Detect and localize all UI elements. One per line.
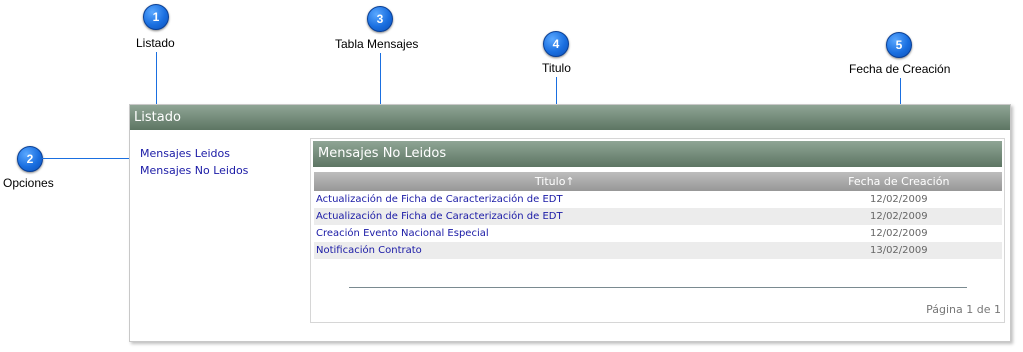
callout-label-tabla-mensajes: Tabla Mensajes (335, 37, 419, 51)
listado-panel: Listado Mensajes Leidos Mensajes No Leid… (129, 104, 1011, 342)
callout-label-opciones: Opciones (3, 176, 54, 190)
callout-line-2 (42, 158, 139, 159)
messages-table-panel: Mensajes No Leidos Titulo↑ Fecha de Crea… (310, 138, 1005, 323)
callout-label-titulo: Titulo (542, 61, 571, 75)
message-title-link[interactable]: Actualización de Ficha de Caracterizació… (314, 191, 796, 208)
message-date: 12/02/2009 (795, 208, 1002, 225)
sidebar-item-mensajes-no-leidos[interactable]: Mensajes No Leidos (140, 162, 248, 179)
callout-label-listado: Listado (136, 36, 175, 50)
messages-table-title: Mensajes No Leidos (313, 141, 1002, 167)
options-sidebar: Mensajes Leidos Mensajes No Leidos (140, 145, 248, 179)
callout-badge-3: 3 (367, 6, 393, 32)
callout-badge-2: 2 (17, 146, 43, 172)
callout-badge-4: 4 (543, 31, 569, 57)
message-date: 12/02/2009 (869, 194, 928, 205)
callout-badge-1: 1 (143, 4, 169, 30)
table-row[interactable]: Actualización de Ficha de Caracterizació… (314, 208, 1002, 225)
message-title-link[interactable]: Actualización de Ficha de Caracterizació… (314, 208, 796, 225)
messages-table: Titulo↑ Fecha de Creación Actualización … (314, 172, 1002, 259)
callout-badge-5: 5 (886, 32, 912, 58)
table-row[interactable]: Notificación Contrato 13/02/2009 (314, 242, 1002, 259)
message-date: 13/02/2009 (795, 242, 1002, 259)
column-header-date[interactable]: Fecha de Creación (795, 172, 1002, 191)
message-date: 12/02/2009 (869, 228, 928, 239)
message-title-link[interactable]: Notificación Contrato (314, 242, 796, 259)
pagination-label: Página 1 de 1 (926, 303, 1001, 316)
panel-title: Listado (130, 105, 1010, 130)
table-row[interactable]: Creación Evento Nacional Especial 12/02/… (314, 225, 1002, 242)
table-row[interactable]: Actualización de Ficha de Caracterizació… (314, 191, 1002, 208)
column-header-title[interactable]: Titulo↑ (314, 172, 796, 191)
callout-label-fecha-creacion: Fecha de Creación (849, 62, 951, 76)
table-divider (349, 287, 967, 288)
sidebar-item-mensajes-leidos[interactable]: Mensajes Leidos (140, 145, 248, 162)
message-title-link[interactable]: Creación Evento Nacional Especial (314, 225, 796, 242)
callout-line-1 (156, 52, 157, 104)
